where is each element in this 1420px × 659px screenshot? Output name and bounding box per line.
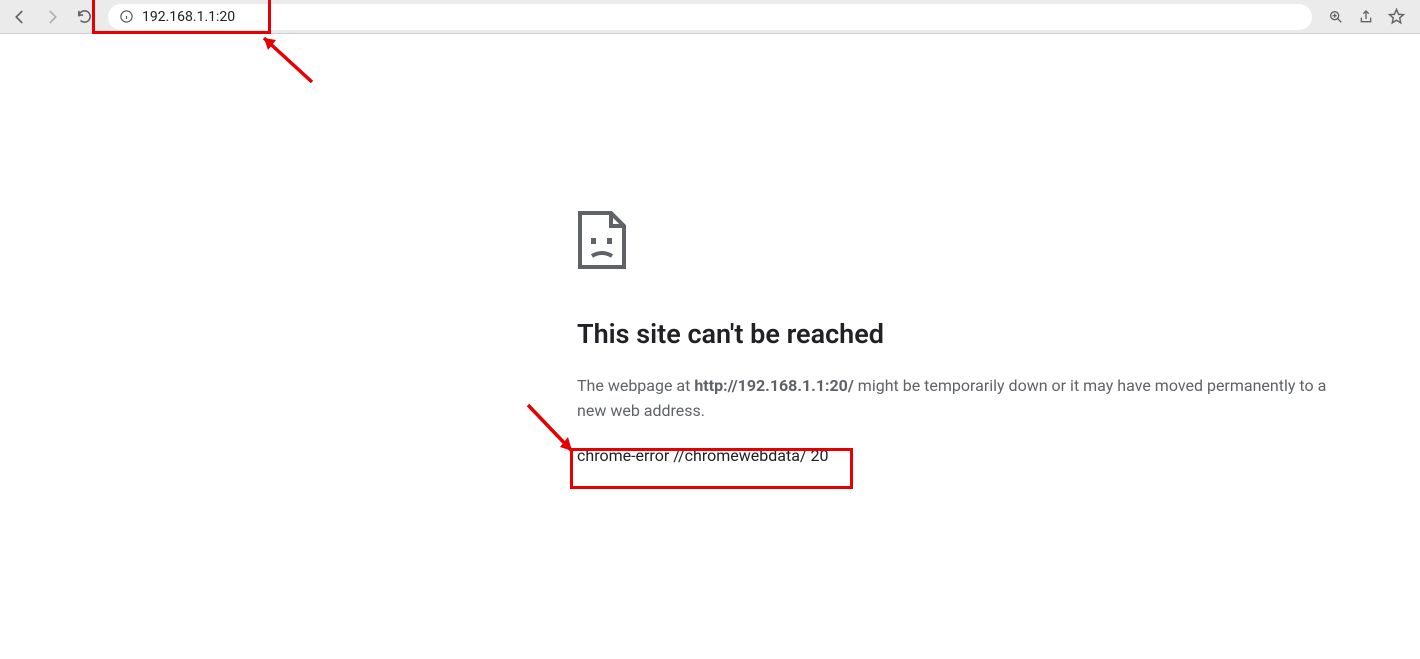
bookmark-star-icon[interactable] [1382,3,1410,31]
zoom-icon[interactable] [1322,3,1350,31]
address-bar[interactable]: 192.168.1.1:20 [108,4,1312,30]
error-title: This site can't be reached [577,318,1337,350]
sad-file-icon [577,210,627,270]
toolbar-right-icons [1322,3,1414,31]
share-icon[interactable] [1352,3,1380,31]
reload-button[interactable] [70,3,98,31]
forward-button[interactable] [38,3,66,31]
annotation-arrow-url [252,28,322,88]
error-desc-url: http://192.168.1.1:20/ [694,376,853,395]
error-code: chrome-error //chromewebdata/ 20 [577,446,828,465]
error-page-content: This site can't be reached The webpage a… [577,210,1337,465]
error-description: The webpage at http://192.168.1.1:20/ mi… [577,374,1337,424]
back-button[interactable] [6,3,34,31]
error-desc-prefix: The webpage at [577,376,694,395]
url-text[interactable]: 192.168.1.1:20 [142,9,1302,25]
site-info-icon[interactable] [118,9,134,25]
browser-toolbar: 192.168.1.1:20 [0,0,1420,34]
